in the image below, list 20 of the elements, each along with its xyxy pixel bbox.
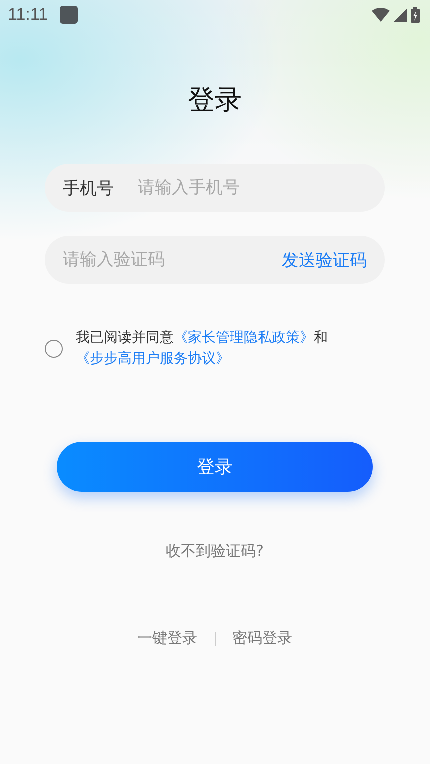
- phone-input[interactable]: 请输入手机号: [138, 178, 367, 198]
- wifi-icon: [372, 8, 390, 22]
- login-button[interactable]: 登录: [57, 442, 373, 492]
- battery-icon: [411, 7, 420, 23]
- signal-icon: [394, 8, 407, 22]
- code-input[interactable]: 请输入验证码: [63, 250, 282, 270]
- page-title: 登录: [188, 84, 242, 118]
- app-notification-icon: [60, 6, 78, 24]
- send-code-button[interactable]: 发送验证码: [282, 248, 367, 272]
- policy-link[interactable]: 《家长管理隐私政策》: [174, 330, 314, 346]
- phone-label: 手机号: [63, 178, 114, 200]
- code-field[interactable]: 请输入验证码 发送验证码: [45, 236, 385, 284]
- login-method-link[interactable]: 密码登录: [232, 629, 292, 648]
- policy-link[interactable]: 《步步高用户服务协议》: [76, 351, 230, 367]
- agree-radio[interactable]: [45, 340, 63, 358]
- help-link[interactable]: 收不到验证码?: [166, 542, 264, 561]
- status-time: 11:11: [8, 5, 48, 25]
- login-method-link[interactable]: 一键登录: [138, 629, 198, 648]
- phone-field[interactable]: 手机号 请输入手机号: [45, 164, 385, 212]
- agreement-text: 我已阅读并同意《家长管理隐私政策》和 《步步高用户服务协议》: [76, 329, 329, 369]
